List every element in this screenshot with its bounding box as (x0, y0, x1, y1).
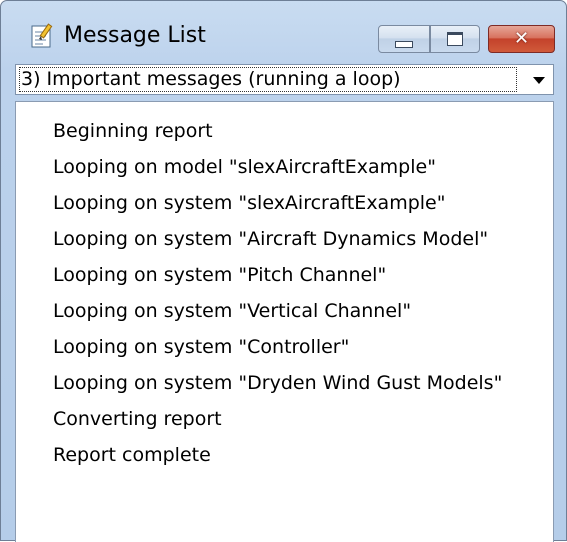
list-item: Beginning report (53, 120, 213, 142)
minimize-button[interactable] (378, 25, 430, 53)
maximize-icon (447, 32, 463, 46)
message-list[interactable]: Beginning report Looping on model "slexA… (15, 101, 554, 542)
list-item: Looping on system "Pitch Channel" (53, 264, 387, 286)
list-item: Looping on model "slexAircraftExample" (53, 156, 436, 178)
list-item: Looping on system "slexAircraftExample" (53, 192, 446, 214)
message-list-window: Message List ✕ 3) Important messages (ru… (0, 0, 567, 542)
list-item: Looping on system "Controller" (53, 336, 350, 358)
minimize-icon (395, 40, 413, 48)
message-filter-selected-value: 3) Important messages (running a loop) (19, 67, 517, 92)
list-item: Converting report (53, 408, 222, 430)
list-item: Looping on system "Dryden Wind Gust Mode… (53, 372, 503, 394)
chevron-down-icon[interactable] (533, 77, 545, 84)
maximize-button[interactable] (430, 25, 480, 53)
close-icon: ✕ (513, 28, 530, 49)
list-item: Looping on system "Aircraft Dynamics Mod… (53, 228, 489, 250)
list-item: Report complete (53, 444, 211, 466)
message-list-app-icon (31, 23, 53, 48)
window-title: Message List (64, 23, 206, 48)
close-button[interactable]: ✕ (488, 25, 555, 53)
message-filter-dropdown[interactable]: 3) Important messages (running a loop) (15, 64, 554, 95)
title-bar[interactable]: Message List ✕ (1, 1, 566, 59)
list-item: Looping on system "Vertical Channel" (53, 300, 412, 322)
